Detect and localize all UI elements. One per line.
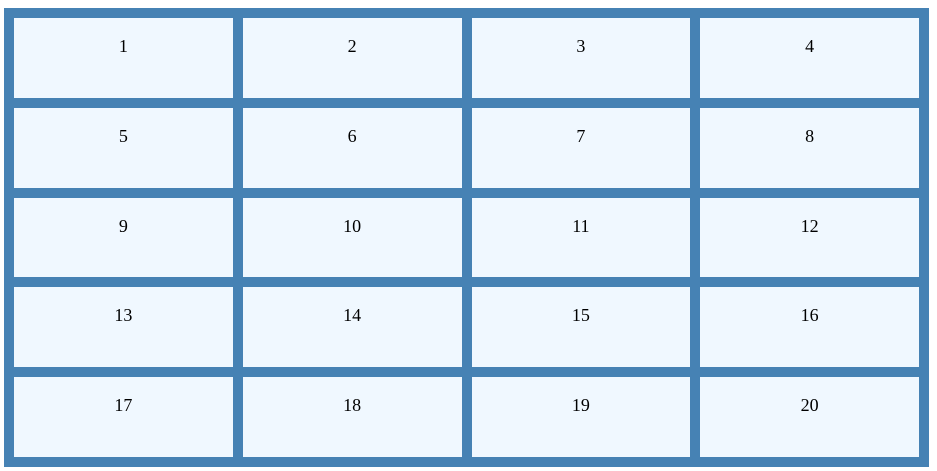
grid-cell-9: 9: [14, 197, 233, 278]
grid-cell-12: 12: [700, 197, 919, 278]
grid-cell-19: 19: [471, 377, 691, 457]
grid-cell-6: 6: [242, 107, 462, 188]
grid-cell-4: 4: [700, 18, 919, 98]
grid-cell-1: 1: [14, 18, 233, 98]
grid-cell-3: 3: [471, 18, 691, 98]
grid-cell-8: 8: [700, 107, 919, 188]
grid-cell-10: 10: [242, 197, 462, 278]
grid-cell-2: 2: [242, 18, 462, 98]
grid-container: 1 2 3 4 5 6 7 8 9 10 11 12 13 14 15 16 1…: [4, 8, 929, 467]
grid-cell-17: 17: [14, 377, 233, 457]
grid-cell-5: 5: [14, 107, 233, 188]
grid-cell-15: 15: [471, 287, 691, 368]
grid-cell-11: 11: [471, 197, 691, 278]
grid-cell-14: 14: [242, 287, 462, 368]
grid-cell-18: 18: [242, 377, 462, 457]
grid-cell-16: 16: [700, 287, 919, 368]
grid-cell-13: 13: [14, 287, 233, 368]
grid-cell-7: 7: [471, 107, 691, 188]
grid-cell-20: 20: [700, 377, 919, 457]
